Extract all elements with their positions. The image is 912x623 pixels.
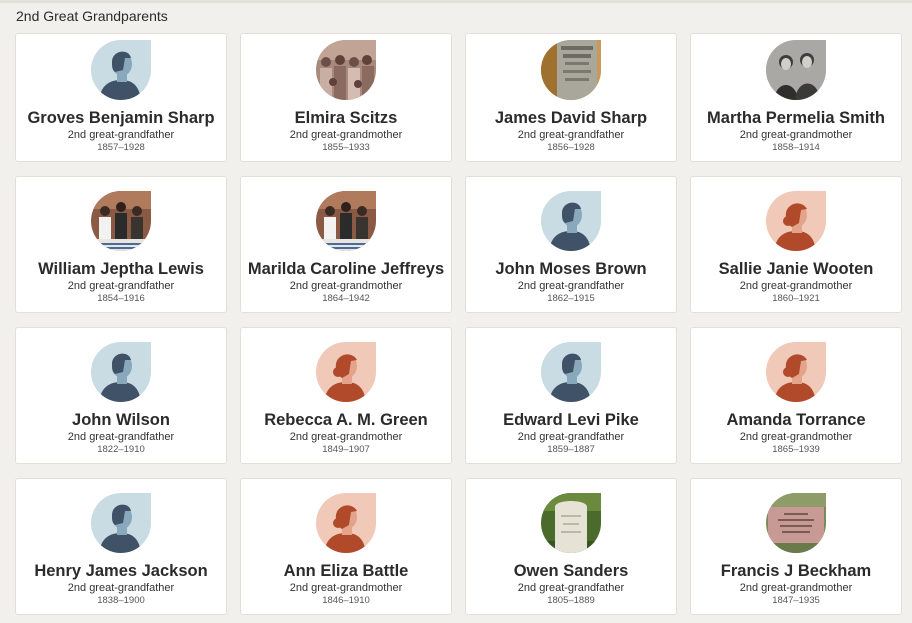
female-silhouette-icon <box>316 493 376 553</box>
person-relation: 2nd great-grandfather <box>67 280 175 292</box>
grave-marker-photo <box>766 493 826 553</box>
grandparents-grid: Groves Benjamin Sharp 2nd great-grandfat… <box>15 33 902 615</box>
person-name: Amanda Torrance <box>726 411 866 429</box>
section-title: 2nd Great Grandparents <box>16 8 168 24</box>
person-relation: 2nd great-grandfather <box>67 431 175 443</box>
person-card[interactable]: Henry James Jackson 2nd great-grandfathe… <box>15 478 227 615</box>
person-card[interactable]: Rebecca A. M. Green 2nd great-grandmothe… <box>240 327 452 464</box>
group-photo <box>316 40 376 100</box>
person-name: Edward Levi Pike <box>503 411 639 429</box>
person-card[interactable]: Elmira Scitzs 2nd great-grandmother 1855… <box>240 33 452 162</box>
person-name: Groves Benjamin Sharp <box>27 109 215 127</box>
person-relation: 2nd great-grandfather <box>67 582 175 594</box>
male-silhouette-icon <box>91 40 151 100</box>
person-name: Elmira Scitzs <box>294 109 398 127</box>
person-relation: 2nd great-grandmother <box>289 582 403 594</box>
person-relation: 2nd great-grandfather <box>517 280 625 292</box>
person-card[interactable]: Ann Eliza Battle 2nd great-grandmother 1… <box>240 478 452 615</box>
headstone-photo <box>541 493 601 553</box>
person-name: Martha Permelia Smith <box>707 109 885 127</box>
person-relation: 2nd great-grandmother <box>739 582 853 594</box>
person-relation: 2nd great-grandfather <box>517 582 625 594</box>
person-dates: 1857–1928 <box>97 142 145 153</box>
person-card[interactable]: Groves Benjamin Sharp 2nd great-grandfat… <box>15 33 227 162</box>
male-silhouette-icon <box>91 342 151 402</box>
person-card[interactable]: Edward Levi Pike 2nd great-grandfather 1… <box>465 327 677 464</box>
person-name: William Jeptha Lewis <box>38 260 204 278</box>
person-dates: 1847–1935 <box>772 595 820 606</box>
female-silhouette-icon <box>766 191 826 251</box>
person-dates: 1822–1910 <box>97 444 145 455</box>
person-name: James David Sharp <box>494 109 648 127</box>
person-dates: 1865–1939 <box>772 444 820 455</box>
person-card[interactable]: Marilda Caroline Jeffreys 2nd great-gran… <box>240 176 452 313</box>
person-dates: 1860–1921 <box>772 293 820 304</box>
person-dates: 1855–1933 <box>322 142 370 153</box>
gravestone-photo <box>541 40 601 100</box>
person-name: Owen Sanders <box>513 562 629 580</box>
person-name: John Wilson <box>72 411 170 429</box>
person-name: Sallie Janie Wooten <box>718 260 874 278</box>
person-dates: 1846–1910 <box>322 595 370 606</box>
person-dates: 1854–1916 <box>97 293 145 304</box>
couple-photo <box>766 40 826 100</box>
person-dates: 1849–1907 <box>322 444 370 455</box>
person-relation: 2nd great-grandmother <box>739 129 853 141</box>
person-card[interactable]: Martha Permelia Smith 2nd great-grandmot… <box>690 33 902 162</box>
female-silhouette-icon <box>316 342 376 402</box>
person-relation: 2nd great-grandmother <box>739 431 853 443</box>
top-divider <box>0 0 912 3</box>
person-dates: 1805–1889 <box>547 595 595 606</box>
person-card[interactable]: Sallie Janie Wooten 2nd great-grandmothe… <box>690 176 902 313</box>
person-name: Ann Eliza Battle <box>283 562 409 580</box>
person-card[interactable]: Francis J Beckham 2nd great-grandmother … <box>690 478 902 615</box>
person-name: John Moses Brown <box>495 260 647 278</box>
person-dates: 1856–1928 <box>547 142 595 153</box>
person-dates: 1858–1914 <box>772 142 820 153</box>
person-relation: 2nd great-grandmother <box>289 280 403 292</box>
person-card[interactable]: John Wilson 2nd great-grandfather 1822–1… <box>15 327 227 464</box>
female-silhouette-icon <box>766 342 826 402</box>
person-relation: 2nd great-grandfather <box>517 129 625 141</box>
male-silhouette-icon <box>91 493 151 553</box>
person-relation: 2nd great-grandmother <box>739 280 853 292</box>
person-relation: 2nd great-grandfather <box>67 129 175 141</box>
person-card[interactable]: Amanda Torrance 2nd great-grandmother 18… <box>690 327 902 464</box>
person-card[interactable]: John Moses Brown 2nd great-grandfather 1… <box>465 176 677 313</box>
person-relation: 2nd great-grandmother <box>289 431 403 443</box>
person-dates: 1862–1915 <box>547 293 595 304</box>
family-photo <box>316 191 376 251</box>
person-card[interactable]: Owen Sanders 2nd great-grandfather 1805–… <box>465 478 677 615</box>
person-dates: 1838–1900 <box>97 595 145 606</box>
family-photo <box>91 191 151 251</box>
person-name: Henry James Jackson <box>34 562 208 580</box>
person-relation: 2nd great-grandfather <box>517 431 625 443</box>
male-silhouette-icon <box>541 342 601 402</box>
person-name: Marilda Caroline Jeffreys <box>247 260 445 278</box>
person-card[interactable]: James David Sharp 2nd great-grandfather … <box>465 33 677 162</box>
person-card[interactable]: William Jeptha Lewis 2nd great-grandfath… <box>15 176 227 313</box>
male-silhouette-icon <box>541 191 601 251</box>
person-dates: 1864–1942 <box>322 293 370 304</box>
person-dates: 1859–1887 <box>547 444 595 455</box>
person-name: Francis J Beckham <box>720 562 872 580</box>
person-relation: 2nd great-grandmother <box>289 129 403 141</box>
person-name: Rebecca A. M. Green <box>264 411 428 429</box>
